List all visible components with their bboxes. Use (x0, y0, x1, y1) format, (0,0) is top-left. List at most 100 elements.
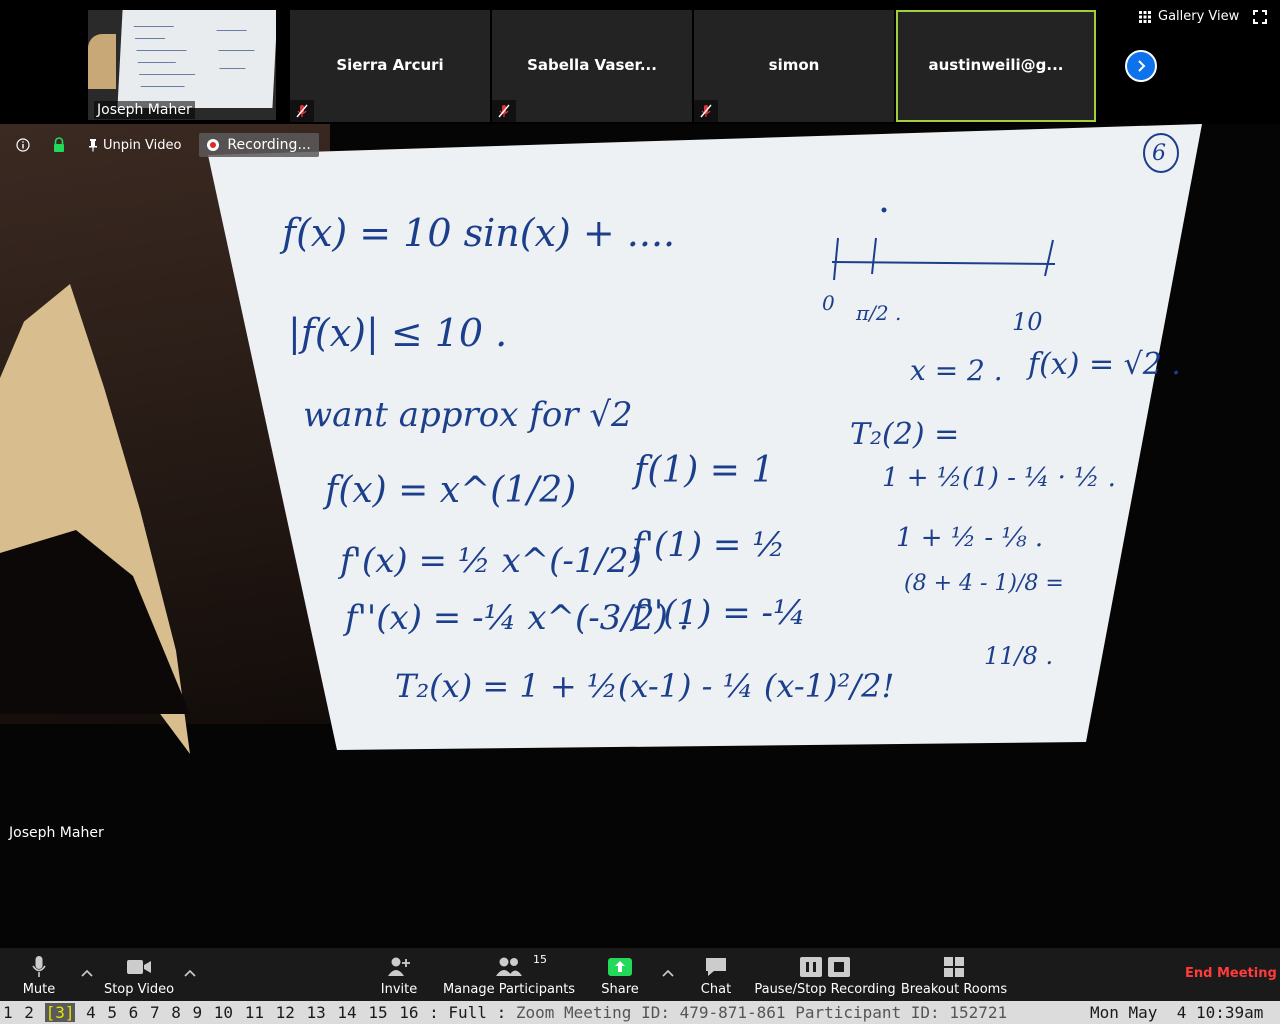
grid-icon (1139, 10, 1151, 23)
workspace-6[interactable]: 6 (128, 1003, 140, 1022)
workspace-1[interactable]: 1 (2, 1003, 14, 1022)
board-line: f'(x) = ½ x^(-1/2) (337, 541, 642, 581)
window-title: Zoom Meeting ID: 479-871-861 Participant… (515, 1003, 1008, 1022)
self-video-whiteboard (117, 10, 276, 108)
board-line: f(x) = √2 . (1026, 347, 1181, 382)
clock: Mon May 4 10:39am (1090, 1003, 1264, 1022)
muted-mic-icon (492, 100, 516, 122)
breakout-rooms-label: Breakout Rooms (900, 982, 1008, 997)
unpin-video-button[interactable]: Unpin Video (88, 138, 181, 153)
board-line: f(1) = 1 (631, 450, 774, 491)
stop-icon[interactable] (828, 957, 850, 977)
workspace-14[interactable]: 14 (336, 1003, 357, 1022)
board-line: want approx for √2 (303, 395, 633, 435)
board-line: x = 2 . (910, 354, 1003, 387)
video-camera-icon (126, 955, 152, 979)
whiteboard: 6 f(x) = 10 sin(x) + .... |f(x)| ≤ 10 . … (208, 124, 1202, 750)
workspace-3[interactable]: [3] (44, 1003, 76, 1022)
gallery-view-label: Gallery View (1158, 9, 1240, 24)
workspace-5[interactable]: 5 (106, 1003, 118, 1022)
audio-options-chevron-up-icon[interactable] (80, 966, 94, 980)
participant-name: Sierra Arcuri (336, 56, 444, 74)
video-options-chevron-up-icon[interactable] (183, 966, 197, 980)
participant-tile-sabella[interactable]: Sabella Vaser... (492, 10, 692, 122)
workspace-13[interactable]: 13 (306, 1003, 327, 1022)
page-number: 6 (1152, 141, 1166, 166)
participant-tile-simon[interactable]: simon (694, 10, 894, 122)
gallery-strip: Joseph Maher Sierra Arcuri Sabella Vaser… (0, 0, 1280, 124)
participant-count-badge: 15 (533, 953, 547, 966)
next-page-button[interactable] (1125, 50, 1157, 82)
manage-participants-button[interactable]: Manage Participants (442, 948, 576, 1001)
workspace-9[interactable]: 9 (192, 1003, 204, 1022)
main-video: 6 f(x) = 10 sin(x) + .... |f(x)| ≤ 10 . … (0, 124, 1280, 948)
stop-video-button[interactable]: Stop Video (104, 948, 174, 1001)
board-line: T₂(2) = (850, 417, 959, 452)
participants-icon (495, 955, 523, 979)
share-options-chevron-up-icon[interactable] (661, 966, 675, 980)
record-icon (207, 139, 220, 151)
fullscreen-icon[interactable] (1253, 10, 1267, 24)
chevron-right-icon (1138, 60, 1146, 72)
muted-mic-icon (694, 100, 718, 122)
pause-icon[interactable] (800, 957, 822, 977)
board-line: 1 + ½ - ⅛ . (896, 523, 1043, 553)
mute-label: Mute (22, 982, 56, 997)
workspace-4[interactable]: 4 (85, 1003, 97, 1022)
board-line: f''(1) = -¼ (629, 593, 806, 633)
invite-label: Invite (380, 982, 418, 997)
stop-video-label: Stop Video (103, 982, 175, 997)
chat-button[interactable]: Chat (697, 948, 735, 1001)
manage-participants-label: Manage Participants (442, 982, 576, 997)
participant-tile-sierra[interactable]: Sierra Arcuri (290, 10, 490, 122)
muted-mic-icon (290, 100, 314, 122)
recording-label: Recording... (227, 137, 311, 153)
participant-name: Sabella Vaser... (527, 56, 657, 74)
lock-icon[interactable] (46, 132, 72, 158)
workspace-7[interactable]: 7 (149, 1003, 161, 1022)
info-icon[interactable] (10, 132, 36, 158)
participant-tile-austin[interactable]: austinweili@g... (896, 10, 1096, 122)
breakout-rooms-button[interactable]: Breakout Rooms (900, 948, 1008, 1001)
invite-button[interactable]: Invite (378, 948, 420, 1001)
board-line: |f(x)| ≤ 10 . (288, 311, 507, 355)
number-line-dot (881, 207, 887, 213)
mute-button[interactable]: Mute (14, 948, 64, 1001)
participant-name: austinweili@g... (928, 56, 1064, 74)
board-line: 11/8 . (984, 642, 1053, 670)
end-meeting-button[interactable]: End Meeting (1185, 966, 1277, 981)
share-screen-button[interactable]: Share (598, 948, 642, 1001)
board-line: 0 (822, 291, 835, 315)
workspace-16[interactable]: 16 (398, 1003, 419, 1022)
board-line: f'(1) = ½ (629, 525, 785, 565)
workspace-10[interactable]: 10 (213, 1003, 234, 1022)
board-line: f(x) = x^(1/2) (322, 470, 576, 511)
workspace-15[interactable]: 15 (367, 1003, 388, 1022)
workspace-list: 1 2 [3] 4 5 6 7 8 9 10 11 12 13 14 15 16 (2, 1003, 420, 1022)
board-line: π/2 . (855, 301, 901, 325)
workspace-11[interactable]: 11 (244, 1003, 265, 1022)
unpin-video-label: Unpin Video (103, 137, 182, 153)
chat-bubble-icon (704, 955, 728, 979)
active-speaker-name: Joseph Maher (9, 825, 104, 841)
pause-stop-recording-label: Pause/Stop Recording (754, 982, 896, 997)
board-line: 1 + ½(1) - ¼ · ½ . (882, 463, 1116, 493)
pin-icon (89, 139, 97, 152)
board-line: (8 + 4 - 1)/8 = (904, 571, 1064, 596)
pause-stop-recording-button[interactable]: Pause/Stop Recording (754, 948, 896, 1001)
meeting-toolbar: Mute Stop Video Invite Manage Participan… (0, 948, 1280, 1001)
pause-stop-icon (800, 955, 850, 979)
microphone-icon (31, 955, 47, 979)
workspace-8[interactable]: 8 (170, 1003, 182, 1022)
participant-name: simon (768, 56, 820, 74)
gallery-view-button[interactable]: Gallery View (1138, 9, 1239, 24)
board-line: T₂(x) = 1 + ½(x-1) - ¼ (x-1)²/2! (395, 667, 894, 705)
self-name-label: Joseph Maher (94, 101, 195, 119)
video-info-bar: Unpin Video Recording... (0, 132, 319, 158)
layout-mode: : Full : (429, 1003, 507, 1022)
recording-indicator[interactable]: Recording... (199, 133, 319, 157)
workspace-2[interactable]: 2 (23, 1003, 35, 1022)
self-video-chair (88, 34, 116, 89)
add-user-icon (387, 955, 411, 979)
workspace-12[interactable]: 12 (275, 1003, 296, 1022)
